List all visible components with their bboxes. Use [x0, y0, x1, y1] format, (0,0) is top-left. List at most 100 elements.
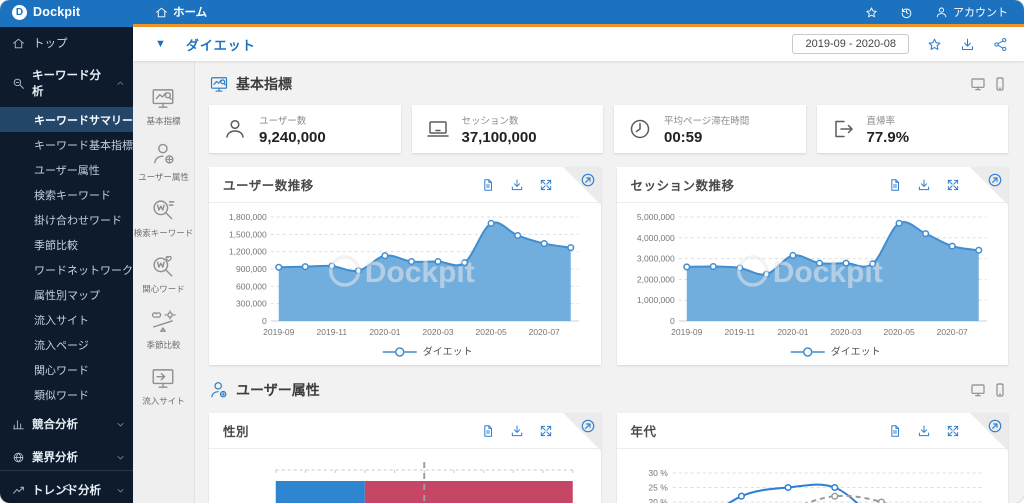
home-icon [155, 6, 168, 19]
svg-text:25 %: 25 % [648, 483, 668, 493]
svg-text:2020-05: 2020-05 [883, 327, 914, 337]
rail-item-inflow-sites[interactable]: 流入サイト [142, 365, 185, 407]
rail-item-season-compare[interactable]: 季節比較 [146, 309, 180, 351]
svg-text:0: 0 [262, 316, 267, 326]
svg-text:4,000,000: 4,000,000 [636, 233, 674, 243]
sidebar-item-inflow-sites[interactable]: 流入サイト [0, 307, 133, 332]
star-icon[interactable] [927, 37, 942, 52]
section-basic-metrics: 基本指標 [209, 73, 1008, 95]
rail-label: 基本指標 [146, 115, 180, 127]
kpi-card-bounce-rate: 直帰率 77.9% [817, 105, 1009, 153]
svg-text:1,800,000: 1,800,000 [229, 212, 267, 222]
search-icon [12, 77, 25, 90]
search-heart-icon [148, 253, 178, 279]
svg-text:2019-09: 2019-09 [671, 327, 702, 337]
expand-icon[interactable] [946, 424, 960, 438]
corner-help-icon[interactable] [580, 172, 596, 188]
rail-item-search-keywords[interactable]: 検索キーワード [134, 197, 194, 239]
svg-text:Dockpit: Dockpit [772, 256, 882, 289]
svg-text:2,000,000: 2,000,000 [636, 274, 674, 284]
monitor-arrow-icon [148, 365, 178, 391]
sidebar-section-competitor-analysis[interactable]: 競合分析 [0, 407, 133, 440]
favorites-star-icon[interactable] [865, 6, 878, 19]
svg-text:20 %: 20 % [648, 497, 668, 503]
svg-text:2020-03: 2020-03 [422, 327, 453, 337]
download-icon[interactable] [510, 424, 524, 438]
download-icon[interactable] [917, 178, 931, 192]
date-range-picker[interactable]: 2019-09 - 2020-08 [792, 34, 909, 54]
expand-icon[interactable] [539, 178, 553, 192]
topbar: D Dockpit ホーム アカウント [0, 0, 1024, 24]
sidebar-item-keyword-basic[interactable]: キーワード基本指標 [0, 132, 133, 157]
sidebar-section-label: キーワード分析 [32, 67, 109, 99]
sidebar-item-season-compare[interactable]: 季節比較 [0, 232, 133, 257]
sidebar-item-combined-words[interactable]: 掛け合わせワード [0, 207, 133, 232]
exit-arrow-icon [831, 117, 855, 141]
download-icon[interactable] [917, 424, 931, 438]
sidebar-section-label: 競合分析 [32, 416, 78, 432]
sidebar-item-similar-words[interactable]: 類似ワード [0, 382, 133, 407]
report-icon[interactable] [481, 178, 495, 192]
svg-text:1,500,000: 1,500,000 [229, 229, 267, 239]
rail-item-user-attributes[interactable]: ユーザー属性 [138, 141, 189, 183]
expand-icon[interactable] [539, 424, 553, 438]
device-mobile-icon[interactable] [992, 382, 1008, 398]
section-user-attributes: ユーザー属性 [209, 379, 1008, 401]
expand-icon[interactable] [946, 178, 960, 192]
kpi-value: 9,240,000 [259, 129, 326, 146]
corner-help-icon[interactable] [580, 418, 596, 434]
download-icon[interactable] [960, 37, 975, 52]
caret-down-icon[interactable]: ▼ [155, 38, 166, 50]
sidebar-section-label: 業界分析 [32, 449, 78, 465]
report-icon[interactable] [481, 424, 495, 438]
sidebar-item-word-network[interactable]: ワードネットワーク [0, 257, 133, 282]
kpi-card-sessions: セッション数 37,100,000 [412, 105, 604, 153]
kpi-value: 37,100,000 [462, 129, 537, 146]
sidebar-item-interest-words[interactable]: 関心ワード [0, 357, 133, 382]
sidebar-item-top[interactable]: トップ [0, 27, 133, 58]
rail-item-interest-words[interactable]: 関心ワード [142, 253, 185, 295]
corner-help-icon[interactable] [987, 172, 1003, 188]
sidebar-section-keyword-analysis[interactable]: キーワード分析 [0, 58, 133, 107]
svg-text:1,200,000: 1,200,000 [229, 247, 267, 257]
kpi-card-avg-time: 平均ページ滞在時間 00:59 [614, 105, 806, 153]
bar-chart-icon [12, 418, 25, 431]
report-icon[interactable] [888, 178, 902, 192]
app-logo[interactable]: D Dockpit [0, 5, 133, 20]
corner-help-icon[interactable] [987, 418, 1003, 434]
svg-text:ダイエット: ダイエット [423, 345, 473, 358]
sidebar-item-keyword-summary[interactable]: キーワードサマリー [0, 107, 133, 132]
svg-text:30 %: 30 % [648, 468, 668, 478]
sidebar-item-search-keywords[interactable]: 検索キーワード [0, 182, 133, 207]
keyword-selector[interactable]: ダイエット [186, 35, 256, 54]
users-trend-chart: 0300,000600,000900,0001,200,0001,500,000… [219, 209, 591, 361]
svg-text:2020-07: 2020-07 [529, 327, 560, 337]
device-desktop-icon[interactable] [970, 76, 986, 92]
svg-text:2019-11: 2019-11 [724, 327, 755, 337]
report-icon[interactable] [888, 424, 902, 438]
kpi-label: セッション数 [462, 113, 537, 127]
clock-icon [628, 117, 652, 141]
nav-home[interactable]: ホーム [155, 4, 207, 20]
svg-text:5,000,000: 5,000,000 [636, 212, 674, 222]
sidebar-item-attribute-map[interactable]: 属性別マップ [0, 282, 133, 307]
svg-text:1,000,000: 1,000,000 [636, 295, 674, 305]
device-mobile-icon[interactable] [992, 76, 1008, 92]
globe-icon [12, 451, 25, 464]
account-menu[interactable]: アカウント [935, 4, 1008, 20]
chevron-up-icon [116, 79, 125, 88]
kpi-card-users: ユーザー数 9,240,000 [209, 105, 401, 153]
history-icon[interactable] [900, 6, 913, 19]
sidebar-collapse-button[interactable]: < [0, 470, 133, 503]
sidebar-item-inflow-pages[interactable]: 流入ページ [0, 332, 133, 357]
svg-text:2020-01: 2020-01 [777, 327, 808, 337]
device-desktop-icon[interactable] [970, 382, 986, 398]
gender-chart [219, 455, 591, 503]
sidebar-item-user-attributes[interactable]: ユーザー属性 [0, 157, 133, 182]
share-icon[interactable] [993, 37, 1008, 52]
download-icon[interactable] [510, 178, 524, 192]
rail-item-basic-metrics[interactable]: 基本指標 [146, 85, 180, 127]
sidebar-section-industry-analysis[interactable]: 業界分析 [0, 440, 133, 473]
chevron-down-icon [116, 453, 125, 462]
kpi-row: ユーザー数 9,240,000 セッション数 37,100,000 平均ページ滞… [209, 105, 1008, 153]
